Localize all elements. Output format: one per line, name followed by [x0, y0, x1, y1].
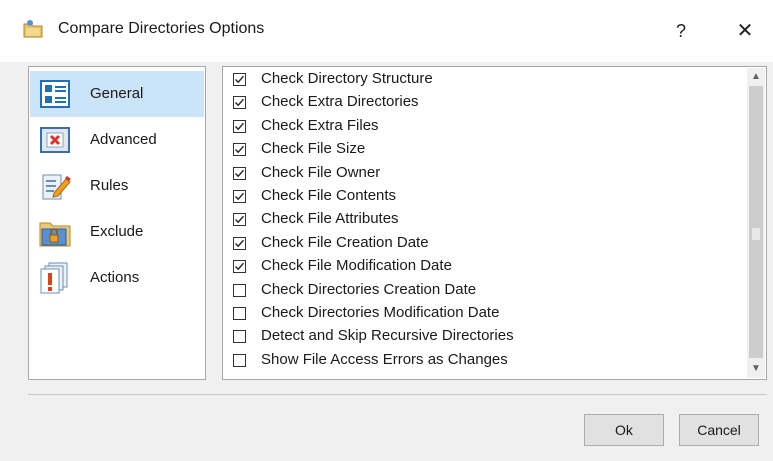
option-checkbox[interactable] — [233, 260, 246, 274]
scrollbar-thumb[interactable] — [749, 86, 763, 358]
sidebar-item-general[interactable]: General — [30, 71, 204, 117]
general-list-icon — [38, 77, 72, 111]
advanced-panel-icon — [38, 123, 72, 157]
ok-button[interactable]: Ok — [584, 414, 664, 446]
scroll-down-arrow-icon[interactable]: ▼ — [747, 360, 765, 378]
option-row[interactable]: Check Extra Directories — [233, 92, 733, 114]
scrollbar-grip — [752, 228, 760, 240]
sidebar-item-rules[interactable]: Rules — [30, 163, 204, 209]
option-row[interactable]: Check Directory Structure — [233, 69, 733, 91]
option-checkbox[interactable] — [233, 166, 246, 180]
window-title: Compare Directories Options — [58, 20, 265, 37]
sidebar-item-label: Advanced — [90, 131, 157, 148]
vertical-scrollbar[interactable]: ▲ ▼ — [747, 68, 765, 378]
option-row[interactable]: Show File Access Errors as Changes — [233, 350, 733, 372]
option-row[interactable]: Check File Size — [233, 139, 733, 161]
sidebar-item-exclude[interactable]: Exclude — [30, 209, 204, 255]
option-label: Check File Attributes — [261, 210, 399, 228]
options-list: ▲ ▼ Check Directory Structure Check Extra… — [222, 66, 767, 380]
actions-warning-icon — [38, 261, 72, 295]
option-row[interactable]: Check Extra Files — [233, 116, 733, 138]
sidebar-item-label: Exclude — [90, 223, 144, 240]
option-label: Check Directories Modification Date — [261, 304, 500, 321]
option-row[interactable]: Check File Owner — [233, 163, 733, 185]
sidebar-item-advanced[interactable]: Advanced — [30, 117, 204, 163]
sidebar-item-label: Actions — [90, 269, 140, 286]
option-checkbox[interactable] — [233, 213, 246, 227]
option-checkbox[interactable] — [233, 73, 246, 86]
option-row[interactable]: Check File Contents — [233, 186, 733, 208]
option-label: Check File Modification Date — [261, 257, 452, 275]
help-button[interactable]: ? — [663, 14, 699, 48]
option-checkbox[interactable] — [233, 96, 246, 110]
scroll-up-arrow-icon[interactable]: ▲ — [747, 68, 765, 86]
rules-pencil-icon — [38, 169, 72, 203]
option-checkbox[interactable] — [233, 330, 246, 344]
sidebar-item-label: Rules — [90, 177, 129, 194]
option-label: Check Directory Structure — [261, 70, 433, 87]
option-row[interactable]: Detect and Skip Recursive Directories — [233, 326, 733, 348]
option-row[interactable]: Check File Modification Date — [233, 256, 733, 278]
category-sidebar: General Advanced Rules Exclude Actions — [28, 66, 206, 380]
cancel-button[interactable]: Cancel — [679, 414, 759, 446]
title-bar: Compare Directories Options ? ✕ — [0, 0, 773, 62]
option-label: Check Extra Files — [261, 116, 379, 134]
option-label: Show File Access Errors as Changes — [261, 350, 508, 368]
option-label: Check File Creation Date — [261, 233, 429, 251]
exclude-lock-folder-icon — [38, 215, 72, 249]
option-label: Detect and Skip Recursive Directories — [261, 327, 514, 345]
option-checkbox[interactable] — [233, 307, 246, 320]
option-label: Check Directories Creation Date — [261, 280, 477, 298]
option-checkbox[interactable] — [233, 119, 246, 133]
option-checkbox[interactable] — [233, 353, 246, 367]
option-checkbox[interactable] — [233, 143, 246, 157]
close-button[interactable]: ✕ — [727, 14, 763, 48]
option-row[interactable]: Check File Attributes — [233, 209, 733, 231]
option-checkbox[interactable] — [233, 236, 246, 250]
option-row[interactable]: Check File Creation Date — [233, 233, 733, 255]
option-label: Check File Contents — [261, 187, 397, 204]
option-row[interactable]: Check Directories Modification Date — [233, 303, 733, 325]
sidebar-item-label: General — [90, 85, 144, 102]
option-label: Check File Size — [261, 140, 366, 158]
separator — [28, 394, 767, 395]
option-row[interactable]: Check Directories Creation Date — [233, 280, 733, 302]
option-label: Check Extra Directories — [261, 93, 419, 111]
sidebar-item-actions[interactable]: Actions — [30, 255, 204, 301]
option-checkbox[interactable] — [233, 190, 246, 203]
folder-compare-icon — [22, 18, 44, 40]
option-checkbox[interactable] — [233, 283, 246, 297]
option-label: Check File Owner — [261, 163, 381, 181]
